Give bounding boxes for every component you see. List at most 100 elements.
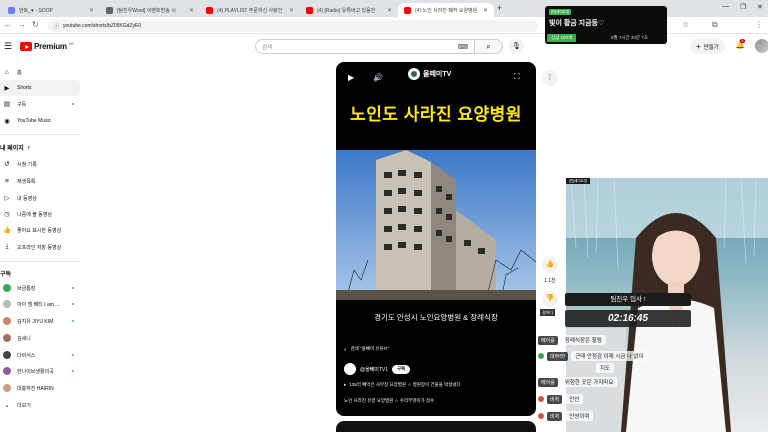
section-heading: 내 페이지 bbox=[0, 146, 24, 152]
sidebar-subscription-item[interactable]: 대충하진 HAIRIN bbox=[0, 380, 80, 396]
browser-tab[interactable]: (4) [Radio] 유튜버고 있움한 ✕ bbox=[300, 3, 398, 17]
sidebar-subscription-item[interactable]: 브금통장 bbox=[0, 280, 80, 296]
sidebar-item-show-more[interactable]: ⌄ 더보기 bbox=[0, 397, 80, 413]
owl-logo-icon bbox=[408, 68, 420, 80]
more-options-button[interactable]: ⋮ bbox=[542, 70, 558, 86]
video-icon: ▷ bbox=[4, 195, 10, 202]
bookmark-star-icon[interactable]: ☆ bbox=[682, 20, 689, 29]
browser-tab-active[interactable]: (4) 노인 사라진 폐허 요양병원 ✕ bbox=[398, 3, 494, 17]
link-icon: ▸ bbox=[344, 382, 347, 387]
minimize-icon[interactable]: — bbox=[722, 3, 729, 10]
subscribe-button[interactable]: 구독 bbox=[392, 364, 411, 374]
browser-tab[interactable]: (4) PLAYLIST 주문하신 사랑인 ✕ bbox=[200, 3, 300, 17]
sidebar-subscription-item[interactable]: 김세니 bbox=[0, 330, 80, 346]
browser-tab[interactable]: [팀진우Word] 이벤트방송 시 ✕ bbox=[100, 3, 200, 17]
shorts-icon: ▶ bbox=[4, 85, 10, 92]
sidebar-item-history[interactable]: ↺ 시청 기록 bbox=[0, 156, 80, 172]
tab-title: (4) 노인 사라진 폐허 요양병원 bbox=[415, 7, 478, 14]
url-text: youtube.com/shorts/bZ05KGdZyE0 bbox=[63, 23, 142, 29]
close-icon[interactable]: ✕ bbox=[189, 7, 194, 14]
like-icon: 👍 bbox=[3, 227, 12, 234]
short-channel-row: @올빼미TV1 구독 bbox=[344, 363, 411, 375]
sidebar-item-subscriptions[interactable]: ▤ 구독 bbox=[0, 96, 80, 112]
timer-label: 걸어다 bbox=[540, 309, 556, 316]
close-icon[interactable]: ✕ bbox=[483, 7, 488, 14]
browser-tab[interactable]: 만토_♥ - SOOP ✕ bbox=[2, 3, 100, 17]
sidebar-divider bbox=[0, 261, 80, 262]
like-button[interactable]: 👍 bbox=[542, 257, 558, 273]
dislike-button[interactable]: 👎 bbox=[542, 291, 558, 307]
sidebar-item-home[interactable]: ⌂ 홈 bbox=[0, 64, 80, 80]
page-favicon-icon bbox=[106, 6, 113, 14]
menu-icon[interactable]: ☰ bbox=[4, 41, 12, 52]
youtube-play-logo-icon bbox=[20, 42, 32, 51]
sidebar-item-youtube-music[interactable]: ◉ YouTube Music bbox=[0, 113, 80, 129]
url-input[interactable]: ⓘ youtube.com/shorts/bZ05KGdZyE0 bbox=[48, 20, 538, 32]
webcam-tag: [빈]레이트업 bbox=[566, 178, 591, 184]
browser-menu-icon[interactable]: ⋮ bbox=[755, 20, 763, 29]
sidebar-subscription-item[interactable]: 한나이브생활의곡 bbox=[0, 363, 80, 379]
sidebar-item-label: 나중에 볼 동영상 bbox=[17, 211, 52, 218]
sidebar-item-label: 시청 기록 bbox=[17, 161, 37, 168]
search-button[interactable]: ⌕ bbox=[475, 39, 503, 54]
sidebar-subscription-item[interactable]: 다비서스 bbox=[0, 347, 80, 363]
forward-icon[interactable]: → bbox=[18, 20, 26, 29]
back-icon[interactable]: ← bbox=[4, 20, 12, 29]
close-icon[interactable]: ✕ bbox=[289, 7, 294, 14]
play-icon[interactable]: ▶ bbox=[348, 73, 354, 82]
reload-icon[interactable]: ↻ bbox=[32, 20, 39, 29]
sidebar-heading-my-page[interactable]: 내 페이지 › bbox=[0, 143, 30, 153]
donation-message: 빛이 황금 지금등♡ bbox=[549, 20, 605, 27]
related-video-link[interactable]: ▸ 135억 빼먹은 사무장 요양병원 ☆ 병원장이 건물을 박살냈다 bbox=[344, 382, 461, 388]
music-icon: ◉ bbox=[4, 118, 10, 125]
extensions-icon[interactable]: ⧉ bbox=[712, 20, 718, 30]
close-icon[interactable]: ✕ bbox=[89, 7, 94, 14]
sidebar-item-label: 다비서스 bbox=[17, 352, 36, 359]
suggested-search-link[interactable]: ⌕ 검색 "올빼미 유튜브" bbox=[344, 346, 389, 352]
video-frame-building bbox=[336, 150, 536, 300]
sidebar-item-label: YouTube Music bbox=[17, 118, 52, 124]
watermark-text: 올떼미TV bbox=[423, 71, 452, 78]
sidebar-item-liked-videos[interactable]: 👍 좋아요 표시한 동영상 bbox=[0, 222, 80, 238]
watch-later-icon: ◷ bbox=[4, 211, 10, 218]
channel-handle[interactable]: @올빼미TV1 bbox=[360, 366, 388, 373]
search-icon: ⌕ bbox=[344, 346, 347, 352]
channel-avatar[interactable] bbox=[344, 363, 356, 375]
shorts-video-player[interactable]: ▶ 🔊 ⛶ 올떼미TV 노인도 사라진 요양병원 경기도 안성시 노인요양병원 … bbox=[336, 62, 536, 416]
sidebar-heading-subscriptions: 구독 bbox=[0, 269, 11, 278]
fullscreen-icon[interactable]: ⛶ bbox=[514, 72, 520, 82]
tab-title: (4) PLAYLIST 주문하신 사랑인 bbox=[217, 7, 283, 14]
close-icon[interactable]: ✕ bbox=[387, 7, 392, 14]
keyboard-icon[interactable]: ⌨ bbox=[458, 43, 468, 51]
chat-message: 비처 안산 bbox=[538, 393, 584, 405]
channel-avatar bbox=[3, 351, 11, 359]
sidebar-item-downloads[interactable]: ⤓ 오프라인 저장 동영상 bbox=[0, 239, 80, 255]
new-tab-icon[interactable]: + bbox=[497, 3, 502, 13]
sidebar-item-shorts[interactable]: ▶ Shorts bbox=[0, 80, 80, 96]
site-info-icon[interactable]: ⓘ bbox=[54, 23, 59, 30]
sidebar-subscription-item[interactable]: 김지유 JIYU KIM bbox=[0, 313, 80, 329]
sidebar-item-my-videos[interactable]: ▷ 내 동영상 bbox=[0, 190, 80, 206]
volume-icon[interactable]: 🔊 bbox=[373, 73, 383, 82]
home-icon: ⌂ bbox=[5, 68, 9, 76]
stream-timer: 02:16:45 bbox=[565, 310, 691, 327]
sidebar-item-watch-later[interactable]: ◷ 나중에 볼 동영상 bbox=[0, 206, 80, 222]
youtube-logo[interactable]: Premium KR bbox=[20, 42, 74, 51]
profile-avatar[interactable] bbox=[755, 39, 768, 53]
new-content-dot bbox=[71, 369, 74, 373]
close-window-icon[interactable]: ✕ bbox=[757, 3, 763, 11]
chat-text: 안산 bbox=[565, 394, 584, 404]
sidebar-item-playlists[interactable]: ≡ 재생목록 bbox=[0, 173, 80, 189]
chat-message: 지도 bbox=[596, 362, 615, 374]
search-placeholder: 검색 bbox=[262, 44, 273, 51]
short-description: 노인 사라진 유령 요양병원 ☆ 수리부엉이가 점수 bbox=[344, 398, 435, 403]
youtube-favicon-icon bbox=[404, 6, 411, 14]
next-short-preview[interactable] bbox=[336, 421, 536, 432]
search-input[interactable]: 검색 ⌨ bbox=[255, 39, 475, 54]
maximize-icon[interactable]: ❐ bbox=[740, 3, 746, 11]
sidebar-subscription-item[interactable]: 아이 엠 베티 I am ... bbox=[0, 296, 80, 312]
logo-country-code: KR bbox=[68, 42, 74, 46]
microphone-icon: 🎙 bbox=[512, 43, 521, 50]
voice-search-button[interactable]: 🎙 bbox=[509, 39, 524, 54]
create-button[interactable]: + 만들기 bbox=[690, 39, 725, 54]
